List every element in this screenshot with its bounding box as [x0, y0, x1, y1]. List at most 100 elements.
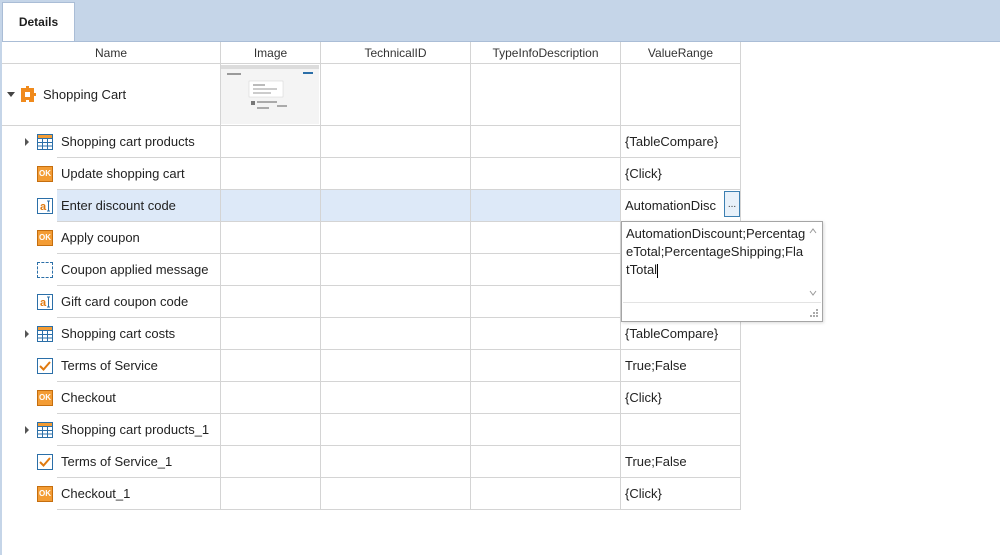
row-label: Checkout	[61, 390, 116, 405]
technicalid-cell[interactable]	[321, 222, 471, 254]
valuerange-text: {Click}	[625, 166, 662, 181]
technicalid-cell[interactable]	[321, 158, 471, 190]
image-cell[interactable]	[221, 318, 321, 350]
dashed-box-icon	[37, 262, 53, 278]
collapse-arrow-icon[interactable]	[7, 92, 15, 97]
technicalid-cell[interactable]	[321, 414, 471, 446]
tree-row[interactable]: Checkout_1	[57, 478, 221, 510]
expand-arrow-icon[interactable]	[25, 426, 29, 434]
valuerange-dropdown[interactable]: AutomationDiscount;PercentageTotal;Perce…	[621, 221, 823, 322]
technicalid-cell[interactable]	[321, 286, 471, 318]
image-cell[interactable]	[221, 158, 321, 190]
image-cell[interactable]	[221, 222, 321, 254]
dropdown-textarea[interactable]: AutomationDiscount;PercentageTotal;Perce…	[626, 225, 806, 301]
technicalid-cell[interactable]	[321, 446, 471, 478]
ok-button-icon: OK	[37, 486, 53, 502]
svg-text:a: a	[40, 201, 47, 213]
tree-row[interactable]: Gift card coupon code	[57, 286, 221, 318]
technicalid-cell[interactable]	[321, 350, 471, 382]
table-icon	[37, 134, 53, 150]
image-cell[interactable]	[221, 286, 321, 318]
tree-row[interactable]: Terms of Service	[57, 350, 221, 382]
valuerange-cell[interactable]: {TableCompare}	[621, 126, 741, 158]
valuerange-text: {TableCompare}	[625, 134, 719, 149]
technicalid-cell[interactable]	[321, 190, 471, 222]
valuerange-cell[interactable]: True;False	[621, 446, 741, 478]
vertical-scrollbar[interactable]	[806, 224, 820, 300]
dropdown-text: AutomationDiscount;PercentageTotal;Perce…	[626, 226, 806, 277]
technicalid-cell[interactable]	[321, 382, 471, 414]
valuerange-cell[interactable]	[621, 64, 741, 126]
typeinfo-cell[interactable]	[471, 126, 621, 158]
image-cell[interactable]	[221, 414, 321, 446]
tab-details[interactable]: Details	[2, 2, 75, 41]
typeinfo-cell[interactable]	[471, 318, 621, 350]
textbox-icon: a	[37, 294, 53, 310]
typeinfo-cell[interactable]	[471, 190, 621, 222]
tree-row[interactable]: Update shopping cart	[57, 158, 221, 190]
column-header-name[interactable]: Name	[2, 42, 221, 64]
valuerange-cell[interactable]: True;False	[621, 350, 741, 382]
typeinfo-cell[interactable]	[471, 158, 621, 190]
image-cell[interactable]	[221, 254, 321, 286]
typeinfo-cell[interactable]	[471, 478, 621, 510]
valuerange-editor[interactable]: AutomationDisc	[620, 189, 741, 222]
tab-bar: Details	[0, 0, 1000, 42]
image-cell[interactable]	[221, 126, 321, 158]
table-icon	[37, 326, 53, 342]
tree-row-root[interactable]: Shopping Cart	[2, 64, 221, 126]
technicalid-cell[interactable]	[321, 126, 471, 158]
ok-button-icon: OK	[37, 230, 53, 246]
expand-arrow-icon[interactable]	[25, 138, 29, 146]
valuerange-cell[interactable]: {Click}	[621, 158, 741, 190]
image-cell[interactable]	[221, 190, 321, 222]
row-label: Coupon applied message	[61, 262, 209, 277]
tree-row[interactable]: Shopping cart products_1	[57, 414, 221, 446]
image-cell[interactable]	[221, 478, 321, 510]
svg-text:a: a	[40, 297, 47, 309]
tree-row[interactable]: Coupon applied message	[57, 254, 221, 286]
tree-row-selected[interactable]: Enter discount code	[57, 190, 221, 222]
row-label: Gift card coupon code	[61, 294, 189, 309]
typeinfo-cell[interactable]	[471, 414, 621, 446]
valuerange-cell[interactable]	[621, 414, 741, 446]
valuerange-text: {TableCompare}	[625, 326, 719, 341]
column-header-technicalid[interactable]: TechnicalID	[321, 42, 471, 64]
valuerange-cell[interactable]: {Click}	[621, 478, 741, 510]
tree-row[interactable]: Terms of Service_1	[57, 446, 221, 478]
typeinfo-cell[interactable]	[471, 286, 621, 318]
technicalid-cell[interactable]	[321, 254, 471, 286]
expand-arrow-icon[interactable]	[25, 330, 29, 338]
puzzle-icon	[21, 86, 36, 102]
screenshot-thumbnail	[221, 65, 319, 124]
tree-row[interactable]: Checkout	[57, 382, 221, 414]
row-label: Shopping cart products_1	[61, 422, 210, 437]
row-label: Enter discount code	[61, 198, 176, 213]
column-header-typeinfodescription[interactable]: TypeInfoDescription	[471, 42, 621, 64]
typeinfo-cell[interactable]	[471, 64, 621, 126]
valuerange-editor-text[interactable]: AutomationDisc	[625, 190, 725, 221]
tree-row[interactable]: Apply coupon	[57, 222, 221, 254]
resize-grip-icon[interactable]	[809, 308, 819, 318]
valuerange-cell[interactable]: {Click}	[621, 382, 741, 414]
technicalid-cell[interactable]	[321, 64, 471, 126]
valuerange-text: {Click}	[625, 486, 662, 501]
image-cell[interactable]	[221, 382, 321, 414]
valuerange-cell[interactable]: {TableCompare}	[621, 318, 741, 350]
column-header-image[interactable]: Image	[221, 42, 321, 64]
image-cell[interactable]	[221, 446, 321, 478]
image-cell[interactable]	[221, 64, 321, 126]
typeinfo-cell[interactable]	[471, 254, 621, 286]
typeinfo-cell[interactable]	[471, 222, 621, 254]
typeinfo-cell[interactable]	[471, 350, 621, 382]
ellipsis-button[interactable]: ...	[724, 191, 740, 217]
tree-row[interactable]: Shopping cart products	[57, 126, 221, 158]
tree-row[interactable]: Shopping cart costs	[57, 318, 221, 350]
typeinfo-cell[interactable]	[471, 382, 621, 414]
ok-button-icon: OK	[37, 166, 53, 182]
image-cell[interactable]	[221, 350, 321, 382]
column-header-valuerange[interactable]: ValueRange	[621, 42, 741, 64]
technicalid-cell[interactable]	[321, 318, 471, 350]
technicalid-cell[interactable]	[321, 478, 471, 510]
typeinfo-cell[interactable]	[471, 446, 621, 478]
